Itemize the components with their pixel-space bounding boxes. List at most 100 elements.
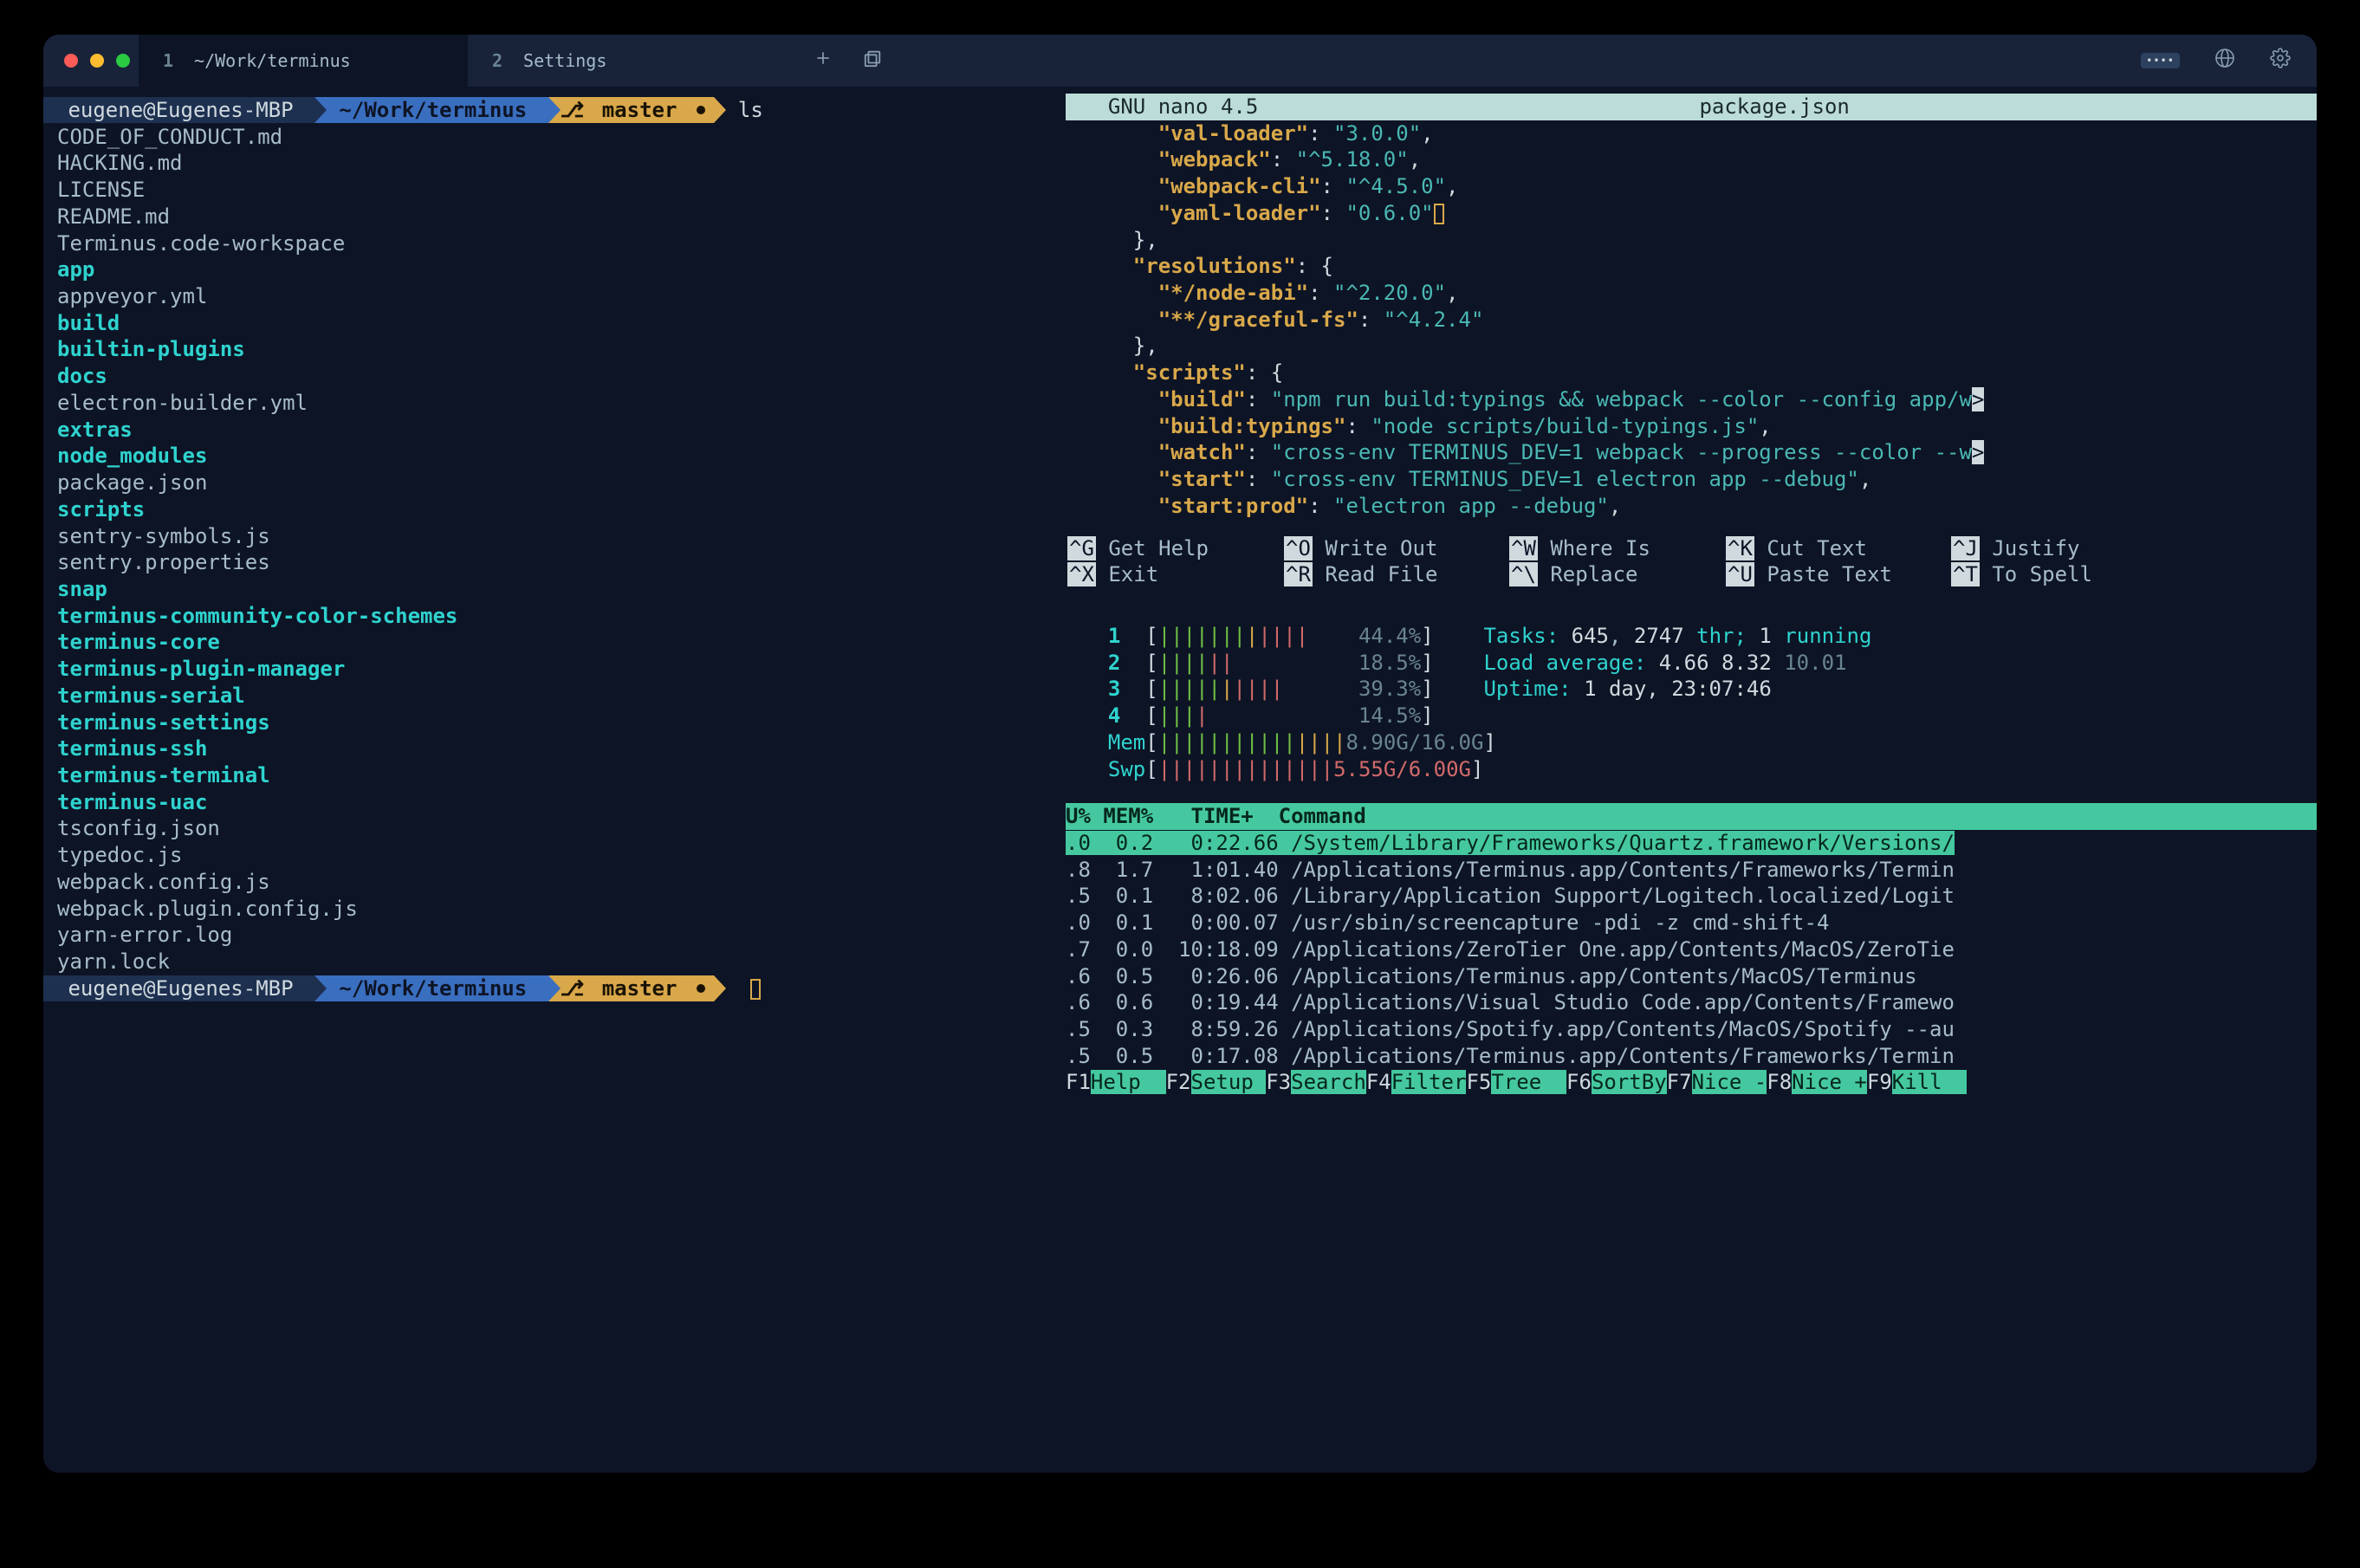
tab-bar: 1 ~/Work/terminus 2 Settings <box>139 35 2141 87</box>
nano-shortcut-key: ^J <box>1951 536 1980 560</box>
tab-index: 2 <box>492 50 502 71</box>
htop-fkeys: F1Help F2Setup F3SearchF4FilterF5Tree F6… <box>1066 1069 2317 1096</box>
tab-terminal[interactable]: 1 ~/Work/terminus <box>139 35 468 87</box>
ls-item: tsconfig.json <box>57 815 1066 842</box>
nano-line: "val-loader": "3.0.0", <box>1083 120 2317 147</box>
branch-icon <box>561 975 590 1002</box>
nano-body: "val-loader": "3.0.0", "webpack": "^5.18… <box>1066 120 2317 520</box>
htop-cpu-meter: 1 [|||||||||||| 44.4%] Tasks: 645, 2747 … <box>1083 623 2317 650</box>
nano-line: }, <box>1083 333 2317 360</box>
htop-cpu-meter: 2 [|||||| 18.5%] Load average: 4.66 8.32… <box>1083 650 2317 677</box>
globe-icon[interactable] <box>2214 48 2235 74</box>
nano-shortcut-label: Where Is <box>1538 536 1650 560</box>
nano-line: "yaml-loader": "0.6.0" <box>1083 200 2317 227</box>
htop-process-row[interactable]: .5 0.3 8:59.26 /Applications/Spotify.app… <box>1066 1016 2317 1043</box>
prompt-command: ls <box>738 97 763 124</box>
htop-process-row[interactable]: .8 1.7 1:01.40 /Applications/Terminus.ap… <box>1066 857 2317 884</box>
ls-item: builtin-plugins <box>57 336 1066 363</box>
tab-label: Settings <box>523 50 606 71</box>
nano-line: "start:prod": "electron app --debug", <box>1083 493 2317 520</box>
htop-cpu-meter: 3 [|||||||||| 39.3%] Uptime: 1 day, 23:0… <box>1083 676 2317 703</box>
nano-line: }, <box>1083 227 2317 254</box>
nano-shortcut-key: ^T <box>1951 562 1980 586</box>
titlebar-right: •••• <box>2141 35 2317 87</box>
nano-line: "webpack-cli": "^4.5.0", <box>1083 173 2317 200</box>
nano-shortcut: ^J Justify <box>1951 535 2124 562</box>
ls-item: scripts <box>57 496 1066 523</box>
htop-process-row[interactable]: .5 0.1 8:02.06 /Library/Application Supp… <box>1066 883 2317 910</box>
ls-item: webpack.config.js <box>57 869 1066 896</box>
ls-item: node_modules <box>57 443 1066 470</box>
nano-title: GNU nano 4.5 <box>1083 94 1258 120</box>
nano-shortcut-key: ^U <box>1726 562 1754 586</box>
nano-shortcut-label: Replace <box>1538 562 1638 586</box>
ls-item: HACKING.md <box>57 150 1066 177</box>
minimize-icon[interactable] <box>90 54 104 68</box>
ls-item: docs <box>57 363 1066 390</box>
branch-icon <box>561 97 590 124</box>
htop-pane[interactable]: 1 [|||||||||||| 44.4%] Tasks: 645, 2747 … <box>1066 588 2317 1473</box>
ls-item: terminus-plugin-manager <box>57 656 1066 683</box>
nano-pane[interactable]: GNU nano 4.5 package.json "val-loader": … <box>1066 87 2317 588</box>
nano-shortcut: ^\ Replace <box>1509 561 1726 588</box>
prompt-git-segment: master <box>548 97 714 123</box>
windows-icon[interactable] <box>863 49 882 73</box>
nano-shortcut: ^X Exit <box>1067 561 1284 588</box>
close-icon[interactable] <box>64 54 78 68</box>
htop-swp-meter: Swp[||||||||||||||5.55G/6.00G] <box>1083 756 2317 783</box>
ls-item: appveyor.yml <box>57 283 1066 310</box>
maximize-icon[interactable] <box>116 54 130 68</box>
ls-item: typedoc.js <box>57 842 1066 869</box>
titlebar: 1 ~/Work/terminus 2 Settings •••• <box>43 35 2317 87</box>
split-panes: eugene@Eugenes-MBP ~/Work/terminus maste… <box>43 87 2317 1473</box>
nano-titlebar: GNU nano 4.5 package.json <box>1066 94 2317 120</box>
nano-shortcut-key: ^O <box>1284 536 1313 560</box>
prompt-line: eugene@Eugenes-MBP ~/Work/terminus maste… <box>43 975 1066 1002</box>
terminal-pane-left[interactable]: eugene@Eugenes-MBP ~/Work/terminus maste… <box>43 87 1066 1473</box>
nano-shortcut: ^R Read File <box>1284 561 1509 588</box>
nano-line: "build:typings": "node scripts/build-typ… <box>1083 413 2317 440</box>
nano-shortcut-label: Cut Text <box>1754 536 1867 560</box>
ls-item: terminus-uac <box>57 789 1066 816</box>
nano-shortcut-key: ^W <box>1509 536 1538 560</box>
nano-shortcuts: ^G Get Help^O Write Out ^W Where Is ^K Cut… <box>1066 535 2317 588</box>
htop-process-row[interactable]: .6 0.5 0:26.06 /Applications/Terminus.ap… <box>1066 963 2317 990</box>
ls-item: README.md <box>57 204 1066 230</box>
ls-item: yarn-error.log <box>57 922 1066 949</box>
ls-item: CODE_OF_CONDUCT.md <box>57 124 1066 151</box>
htop-process-row[interactable]: .0 0.2 0:22.66 /System/Library/Framework… <box>1066 830 2317 857</box>
tab-index: 1 <box>163 50 173 71</box>
cursor-icon <box>750 979 761 1000</box>
tab-settings[interactable]: 2 Settings <box>468 35 797 87</box>
ls-output: CODE_OF_CONDUCT.mdHACKING.mdLICENSEREADM… <box>43 124 1066 975</box>
htop-mem-meter: Mem[|||||||||||||||8.90G/16.0G] <box>1083 729 2317 756</box>
new-tab-icon[interactable] <box>814 49 832 72</box>
prompt-path-segment: ~/Work/terminus <box>314 97 548 123</box>
nano-line: "build": "npm run build:typings && webpa… <box>1083 386 2317 413</box>
nano-shortcut-label: Justify <box>1980 536 2080 560</box>
gear-icon[interactable] <box>2270 48 2291 74</box>
nano-shortcut: ^K Cut Text <box>1726 535 1951 562</box>
ls-item: webpack.plugin.config.js <box>57 896 1066 923</box>
tab-label: ~/Work/terminus <box>194 50 351 71</box>
prompt-path-segment: ~/Work/terminus <box>314 975 548 1001</box>
htop-process-row[interactable]: .5 0.5 0:17.08 /Applications/Terminus.ap… <box>1066 1043 2317 1070</box>
nano-line: "**/graceful-fs": "^4.2.4" <box>1083 307 2317 334</box>
nano-shortcut-key: ^X <box>1067 562 1096 586</box>
nano-shortcut-label: Get Help <box>1096 536 1209 560</box>
truncation-indicator: > <box>1972 387 1984 411</box>
htop-process-row[interactable]: .6 0.6 0:19.44 /Applications/Visual Stud… <box>1066 989 2317 1016</box>
htop-process-row[interactable]: .7 0.0 10:18.09 /Applications/ZeroTier O… <box>1066 936 2317 963</box>
keyboard-badge-icon[interactable]: •••• <box>2141 53 2180 69</box>
ls-item: terminus-serial <box>57 683 1066 709</box>
nano-shortcut-label: Exit <box>1096 562 1158 586</box>
cursor-icon <box>1434 204 1444 224</box>
nano-shortcut-key: ^K <box>1726 536 1754 560</box>
ls-item: terminus-core <box>57 629 1066 656</box>
nano-shortcut: ^G Get Help <box>1067 535 1284 562</box>
ls-item: snap <box>57 576 1066 603</box>
ls-item: extras <box>57 417 1066 444</box>
htop-process-row[interactable]: .0 0.1 0:00.07 /usr/sbin/screencapture -… <box>1066 910 2317 936</box>
nano-line: "start": "cross-env TERMINUS_DEV=1 elect… <box>1083 466 2317 493</box>
nano-shortcut-label: Write Out <box>1313 536 1438 560</box>
